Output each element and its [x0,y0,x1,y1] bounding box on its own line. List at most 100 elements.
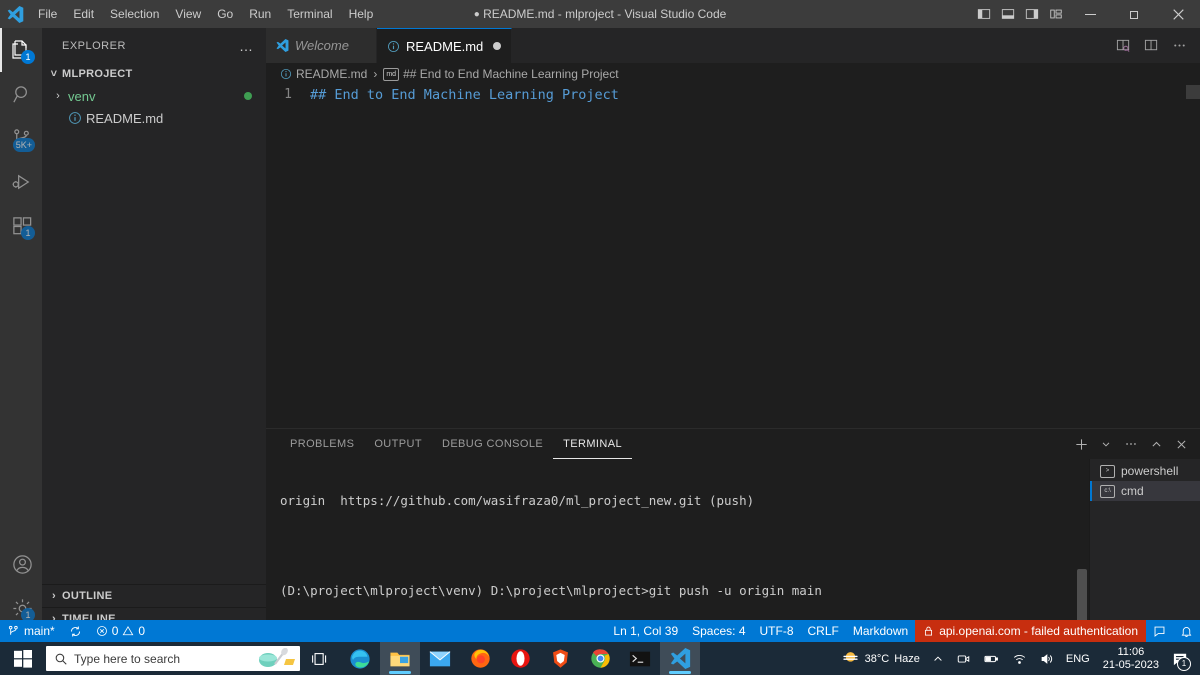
tab-readme[interactable]: README.md [377,28,513,63]
command-prompt-icon [629,651,651,666]
terminal-instance-cmd[interactable]: c:\ cmd [1090,481,1200,501]
taskbar-opera[interactable] [500,642,540,675]
split-editor-right-icon[interactable] [1138,33,1164,59]
git-untracked-indicator [244,92,252,100]
tab-label: README.md [406,38,484,54]
status-problems[interactable]: 0 0 [89,620,152,642]
mail-icon [429,650,451,666]
taskbar-vscode[interactable] [660,642,700,675]
sidebar-section-outline[interactable]: › OUTLINE [42,584,266,607]
tab-debug-console[interactable]: DEBUG CONSOLE [432,429,553,459]
task-view-button[interactable] [300,642,340,675]
explorer-sidebar: EXPLORER … ˅ MLPROJECT › venv README.md … [42,28,266,630]
activitybar-item-search[interactable] [0,72,42,116]
breadcrumb-file[interactable]: README.md [296,67,367,81]
tree-item-label: venv [68,88,96,104]
tab-dirty-indicator[interactable] [493,42,502,50]
maximize-panel-icon[interactable] [1145,433,1167,455]
tree-item-readme[interactable]: README.md [42,107,266,129]
status-encoding[interactable]: UTF-8 [753,620,801,642]
status-feedback[interactable] [1146,620,1173,642]
menu-view[interactable]: View [167,0,209,28]
taskbar-command-prompt[interactable] [620,642,660,675]
toggle-primary-sidebar-icon[interactable] [972,0,996,28]
breadcrumb-symbol[interactable]: ## End to End Machine Learning Project [403,67,618,81]
taskbar-edge[interactable] [340,642,380,675]
taskbar-search-box[interactable]: Type here to search [46,646,300,671]
file-explorer-icon [390,652,410,666]
terminal-instance-label: cmd [1121,484,1144,498]
markdown-symbol-badge: md [383,67,400,81]
workspace-folder-row[interactable]: ˅ MLPROJECT [42,63,266,85]
tray-language[interactable]: ENG [1061,642,1095,675]
status-indentation[interactable]: Spaces: 4 [685,620,752,642]
panel-more-actions-icon[interactable] [1120,433,1142,455]
taskbar-file-explorer[interactable] [380,642,420,675]
show-hidden-icons-button[interactable] [927,642,949,675]
menu-file[interactable]: File [30,0,65,28]
tray-wifi[interactable] [1007,642,1032,675]
close-panel-icon[interactable] [1170,433,1192,455]
open-preview-to-the-side-icon[interactable] [1110,33,1136,59]
activitybar-item-extensions[interactable]: 1 [0,204,42,248]
tab-welcome[interactable]: Welcome [266,28,377,63]
activitybar-item-source-control[interactable]: 5K+ [0,116,42,160]
menu-help[interactable]: Help [341,0,382,28]
menu-run[interactable]: Run [241,0,279,28]
toggle-panel-icon[interactable] [996,0,1020,28]
line-number: 1 [284,87,292,102]
terminal-scrollbar[interactable] [1077,569,1087,624]
notification-center-button[interactable]: 1 [1167,642,1194,675]
tab-problems[interactable]: PROBLEMS [280,429,364,459]
activitybar-item-run-and-debug[interactable] [0,160,42,204]
status-cursor-position[interactable]: Ln 1, Col 39 [606,620,685,642]
taskbar-brave[interactable] [540,642,580,675]
terminal-dropdown-icon[interactable] [1095,433,1117,455]
tray-volume[interactable] [1034,642,1059,675]
tree-item-venv[interactable]: › venv [42,85,266,107]
menu-selection[interactable]: Selection [102,0,167,28]
brave-icon [552,649,568,668]
toggle-secondary-sidebar-icon[interactable] [1020,0,1044,28]
close-button[interactable] [1156,0,1200,28]
editor-scrollbar[interactable] [1186,85,1200,99]
taskbar-mail[interactable] [420,642,460,675]
status-notifications[interactable] [1173,620,1200,642]
tab-output[interactable]: OUTPUT [364,429,432,459]
status-language-mode[interactable]: Markdown [846,620,915,642]
menu-terminal[interactable]: Terminal [279,0,340,28]
status-branch[interactable]: main* [0,620,62,642]
status-auth-error[interactable]: api.openai.com - failed authentication [915,620,1146,642]
start-button[interactable] [0,642,46,675]
taskbar-firefox[interactable] [460,642,500,675]
activitybar-item-explorer[interactable]: 1 [0,28,42,72]
editor-more-actions-icon[interactable] [1166,33,1192,59]
terminal-line: origin https://github.com/wasifraza0/ml_… [280,493,755,508]
unsaved-indicator: ● [473,8,480,20]
maximize-button[interactable] [1112,0,1156,28]
new-terminal-icon[interactable] [1070,433,1092,455]
weather-widget[interactable]: 38°C Haze [836,642,925,675]
taskbar-clock[interactable]: 11:06 21-05-2023 [1097,646,1165,672]
vscode-icon [670,648,690,669]
vscode-logo-icon [0,0,30,28]
terminal-instance-powershell[interactable]: > powershell [1090,461,1200,481]
terminal-output[interactable]: origin https://github.com/wasifraza0/ml_… [266,459,1089,631]
menu-edit[interactable]: Edit [65,0,102,28]
tray-battery[interactable] [978,642,1005,675]
taskbar-chrome[interactable] [580,642,620,675]
status-eol[interactable]: CRLF [801,620,846,642]
activitybar-item-accounts[interactable] [0,542,42,586]
chevron-down-icon: ˅ [50,68,58,80]
search-icon [55,653,67,665]
menu-go[interactable]: Go [209,0,241,28]
tab-terminal[interactable]: TERMINAL [553,429,632,459]
code-editor[interactable]: 1 ## End to End Machine Learning Project [266,85,1200,408]
haze-icon [842,652,858,662]
tray-camera[interactable] [951,642,976,675]
status-sync[interactable] [62,620,89,642]
explorer-more-actions-icon[interactable]: … [239,38,258,54]
source-control-badge: 5K+ [12,138,35,152]
minimize-button[interactable] [1068,0,1112,28]
customize-layout-icon[interactable] [1044,0,1068,28]
